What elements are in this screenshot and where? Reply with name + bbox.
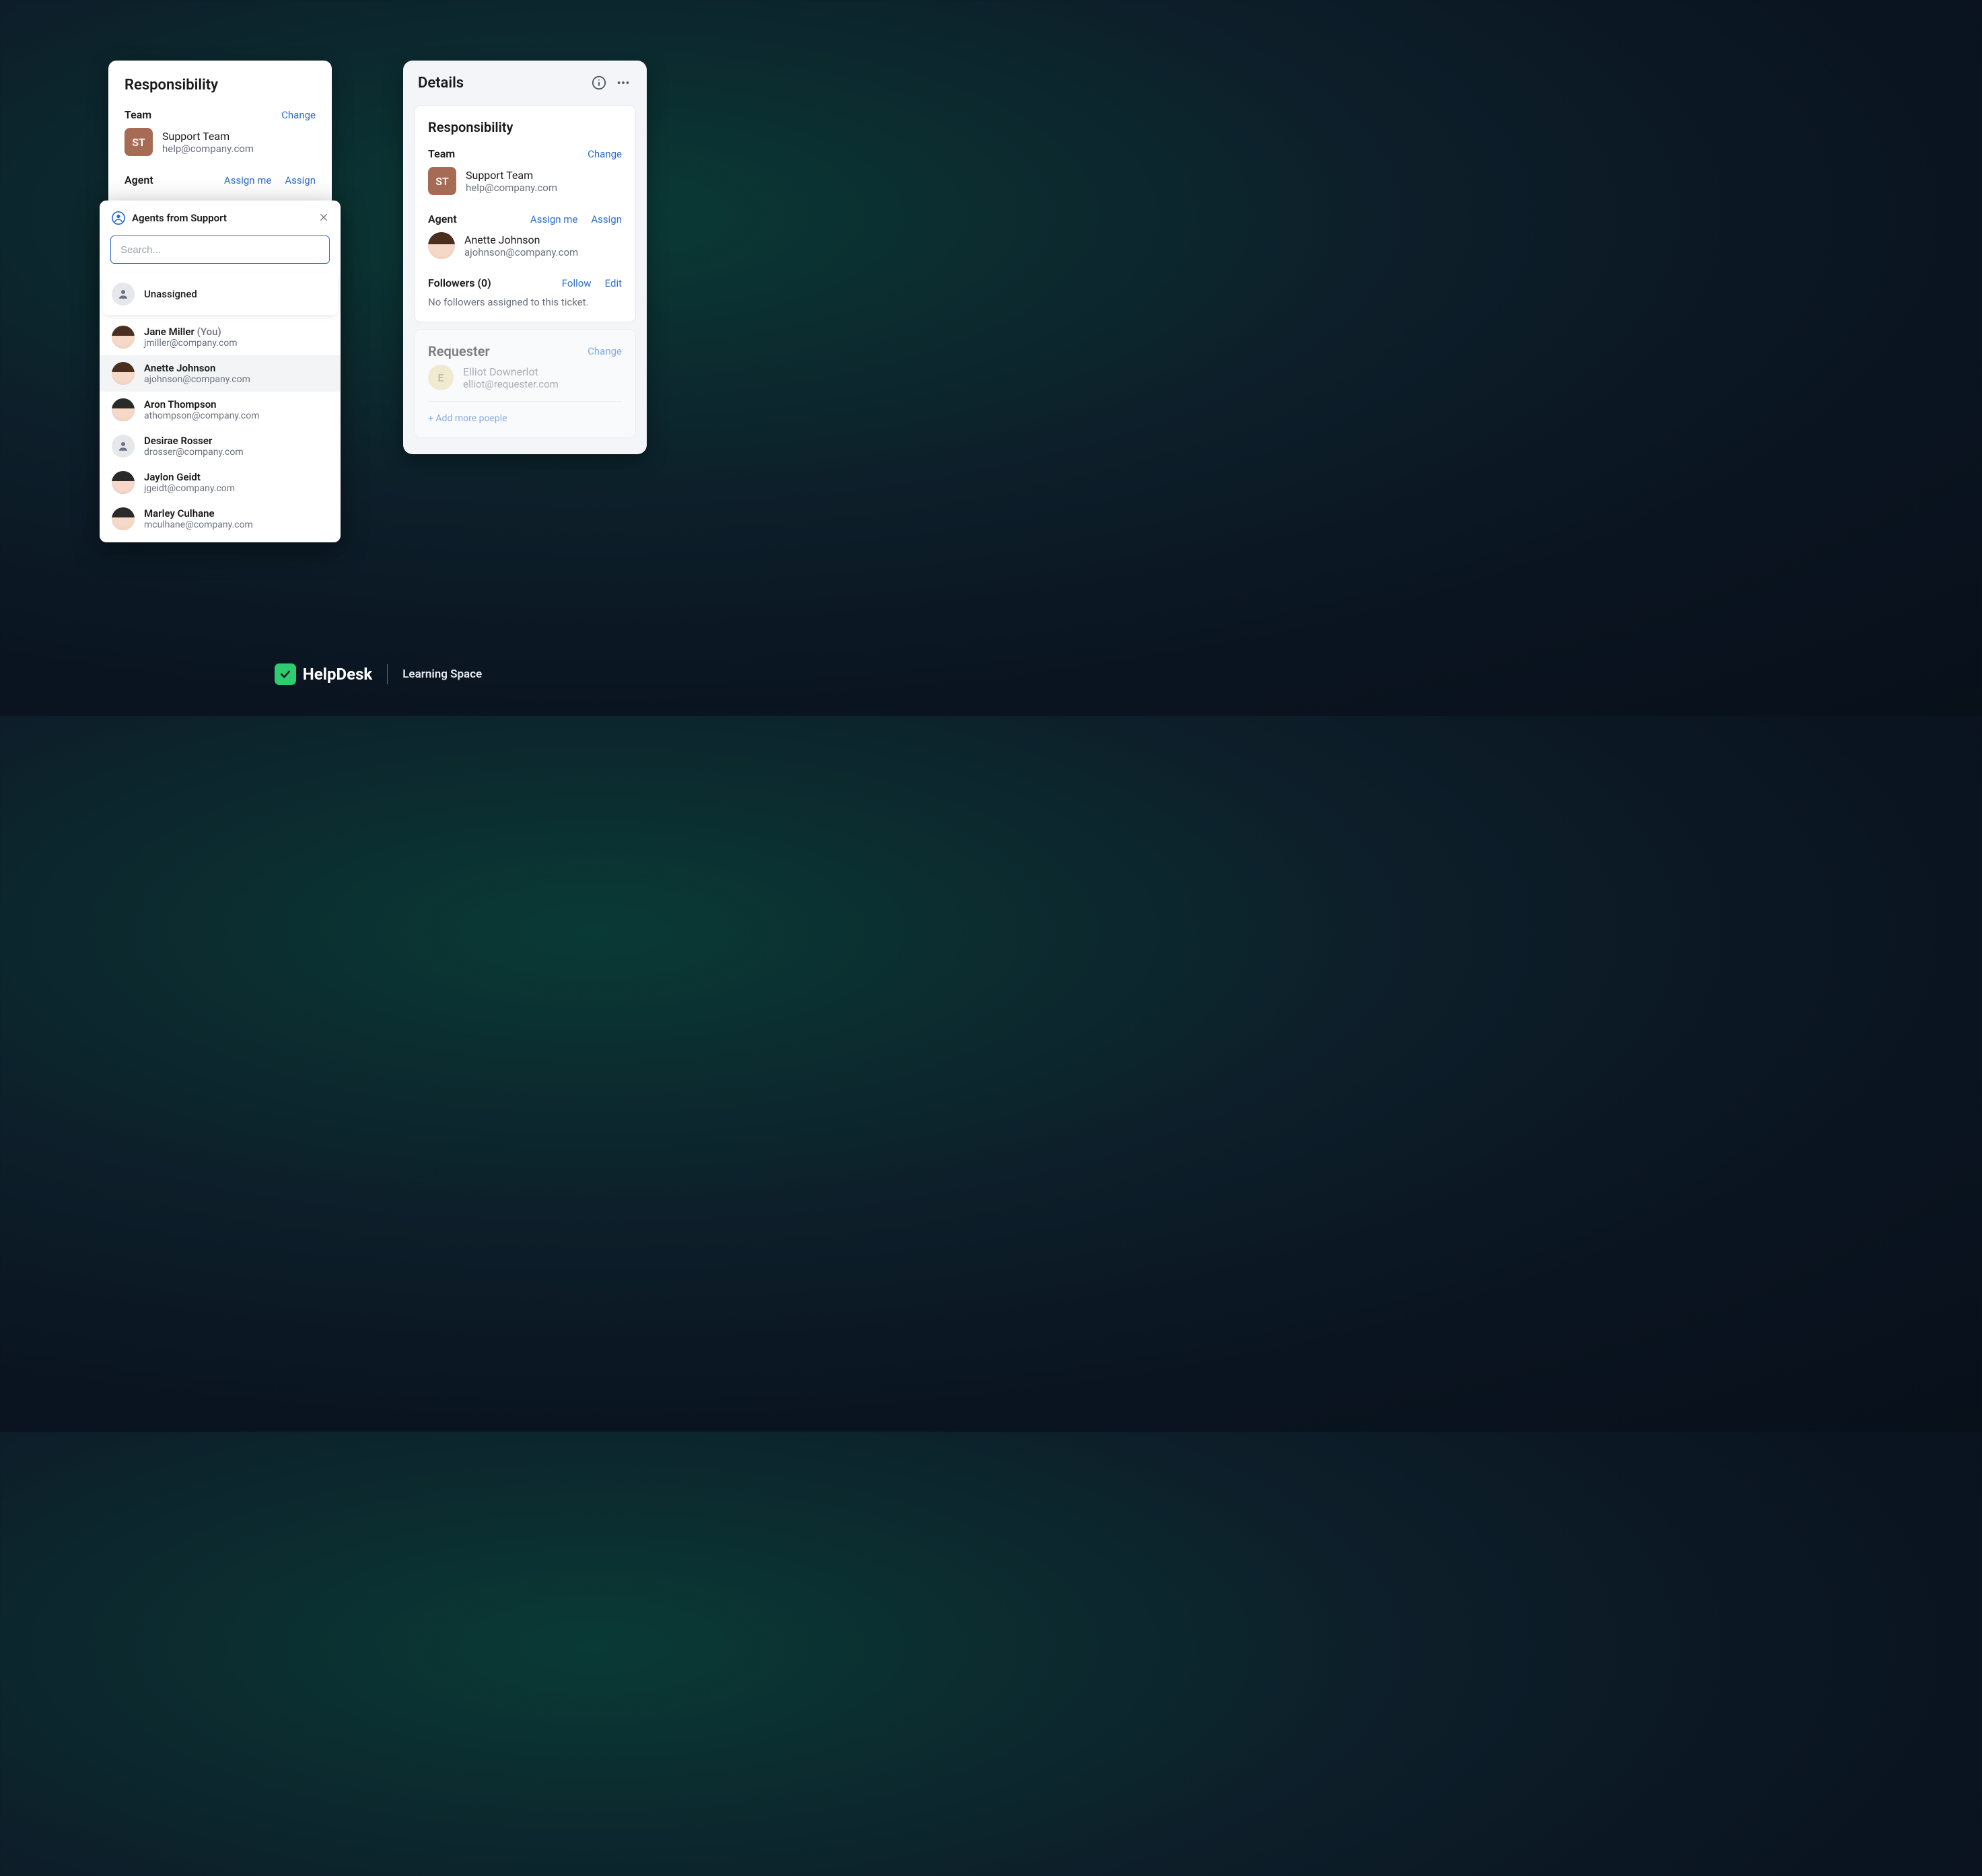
team-email: help@company.com bbox=[466, 182, 557, 194]
agent-option[interactable]: Marley Culhane mculhane@company.com bbox=[100, 501, 341, 537]
avatar bbox=[112, 435, 135, 458]
team-email: help@company.com bbox=[162, 143, 254, 155]
footer-brand: HelpDesk Learning Space bbox=[0, 663, 756, 685]
helpdesk-logo-icon bbox=[275, 663, 296, 685]
agent-list: Unassigned Jane Miller (You) jmiller@com… bbox=[100, 273, 341, 537]
avatar bbox=[112, 362, 135, 385]
person-icon bbox=[112, 283, 135, 305]
divider bbox=[387, 664, 388, 684]
followers-row-header: Followers (0) Follow Edit bbox=[428, 277, 622, 289]
more-icon[interactable] bbox=[614, 74, 632, 92]
agent-option[interactable]: Jaylon Geidt jgeidt@company.com bbox=[100, 464, 341, 501]
add-more-people-link[interactable]: + Add more poeple bbox=[428, 413, 507, 424]
details-header: Details bbox=[403, 61, 647, 98]
agent-name: Desirae Rosser bbox=[144, 435, 244, 447]
divider bbox=[428, 401, 622, 402]
assigned-agent-name: Anette Johnson bbox=[464, 233, 578, 246]
popup-header: Agents from Support bbox=[100, 201, 341, 231]
change-team-link[interactable]: Change bbox=[588, 148, 622, 160]
details-title: Details bbox=[418, 75, 583, 92]
requester-avatar: E bbox=[428, 365, 454, 390]
agent-label: Agent bbox=[125, 174, 153, 186]
agent-row-header: Agent Assign me Assign bbox=[125, 174, 316, 186]
team-row-header: Team Change bbox=[428, 147, 622, 160]
brand-subtitle: Learning Space bbox=[402, 668, 482, 681]
assign-me-link[interactable]: Assign me bbox=[530, 213, 577, 225]
team-badge: ST bbox=[125, 128, 153, 156]
agent-email: ajohnson@company.com bbox=[144, 374, 250, 385]
avatar bbox=[112, 507, 135, 530]
team-name: Support Team bbox=[162, 130, 254, 143]
responsibility-card: Responsibility Team Change ST Support Te… bbox=[414, 105, 636, 322]
avatar bbox=[428, 232, 455, 259]
change-requester-link[interactable]: Change bbox=[588, 345, 622, 357]
close-icon[interactable] bbox=[316, 210, 331, 225]
search-input[interactable] bbox=[110, 236, 330, 264]
edit-followers-link[interactable]: Edit bbox=[605, 277, 622, 289]
assigned-agent-email: ajohnson@company.com bbox=[464, 246, 578, 258]
requester-title: Requester bbox=[428, 343, 490, 359]
assign-link[interactable]: Assign bbox=[285, 174, 316, 186]
followers-label: Followers (0) bbox=[428, 277, 491, 289]
agent-name: Aron Thompson bbox=[144, 398, 260, 410]
follow-link[interactable]: Follow bbox=[562, 277, 592, 289]
person-icon bbox=[112, 211, 125, 225]
section-title: Responsibility bbox=[125, 77, 316, 94]
card-title: Responsibility bbox=[428, 119, 622, 135]
requester-name: Elliot Downerlot bbox=[463, 365, 559, 378]
agent-row-header: Agent Assign me Assign bbox=[428, 213, 622, 225]
assign-link[interactable]: Assign bbox=[591, 213, 622, 225]
agent-option[interactable]: Desirae Rosser drosser@company.com bbox=[100, 428, 341, 464]
agent-option-label: Unassigned bbox=[144, 288, 197, 300]
agent-option-unassigned[interactable]: Unassigned bbox=[102, 273, 338, 315]
avatar bbox=[112, 398, 135, 421]
agent-email: athompson@company.com bbox=[144, 410, 260, 421]
team-badge: ST bbox=[428, 167, 456, 195]
agent-option[interactable]: Aron Thompson athompson@company.com bbox=[100, 392, 341, 428]
helpdesk-logo: HelpDesk bbox=[275, 663, 372, 685]
agent-option[interactable]: Anette Johnson ajohnson@company.com bbox=[100, 355, 341, 392]
requester-card: Requester Change E Elliot Downerlot elli… bbox=[414, 329, 636, 438]
agent-name: Jaylon Geidt bbox=[144, 471, 235, 483]
agent-name: Jane Miller (You) bbox=[144, 326, 238, 338]
team-label: Team bbox=[428, 147, 455, 160]
agent-label: Agent bbox=[428, 213, 457, 225]
agent-email: mculhane@company.com bbox=[144, 519, 253, 530]
avatar bbox=[112, 471, 135, 494]
agent-email: jmiller@company.com bbox=[144, 338, 238, 349]
team-label: Team bbox=[125, 108, 151, 121]
assigned-agent-row: Anette Johnson ajohnson@company.com bbox=[428, 232, 622, 259]
agent-email: drosser@company.com bbox=[144, 447, 244, 458]
brand-name: HelpDesk bbox=[303, 665, 372, 684]
agent-option[interactable]: Jane Miller (You) jmiller@company.com bbox=[100, 319, 341, 355]
agent-email: jgeidt@company.com bbox=[144, 483, 235, 494]
popup-title: Agents from Support bbox=[132, 212, 227, 224]
followers-empty-text: No followers assigned to this ticket. bbox=[428, 296, 622, 308]
team-row: ST Support Team help@company.com bbox=[125, 128, 316, 156]
requester-row: E Elliot Downerlot elliot@requester.com bbox=[428, 365, 622, 390]
requester-email: elliot@requester.com bbox=[463, 378, 559, 390]
assign-me-link[interactable]: Assign me bbox=[224, 174, 271, 186]
agent-name: Marley Culhane bbox=[144, 507, 253, 519]
agent-name: Anette Johnson bbox=[144, 362, 250, 374]
change-team-link[interactable]: Change bbox=[281, 109, 316, 121]
agent-search-popup: Agents from Support Unassigned Jane Mill… bbox=[100, 201, 341, 542]
team-row-header: Team Change bbox=[125, 108, 316, 121]
avatar bbox=[112, 326, 135, 349]
team-row: ST Support Team help@company.com bbox=[428, 167, 622, 195]
team-name: Support Team bbox=[466, 169, 557, 182]
info-icon[interactable] bbox=[590, 74, 608, 92]
details-panel: Details Responsibility Team Change ST Su… bbox=[403, 61, 647, 454]
